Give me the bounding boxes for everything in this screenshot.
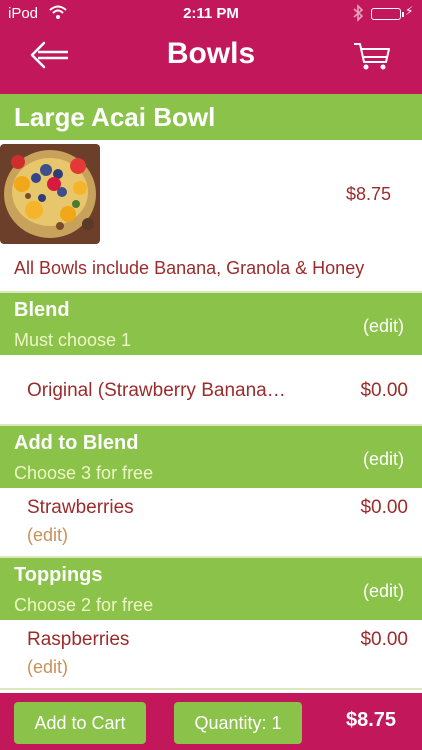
choice-name[interactable]: Strawberries xyxy=(27,497,134,519)
section-title: Toppings xyxy=(14,564,103,586)
choice-name[interactable]: Raspberries xyxy=(27,629,129,651)
bluetooth-icon xyxy=(352,4,364,26)
item-note: All Bowls include Banana, Granola & Hone… xyxy=(14,258,365,278)
section-subtitle: Must choose 1 xyxy=(14,330,132,350)
section-add-to-blend-header[interactable]: Add to Blend Choose 3 for free (edit) xyxy=(0,426,422,488)
quantity-button[interactable]: Quantity: 1 xyxy=(174,702,302,744)
choice-name[interactable]: Original (Strawberry Banana… xyxy=(27,380,286,402)
section-subtitle: Choose 3 for free xyxy=(14,463,154,483)
choice-edit-link[interactable]: (edit) xyxy=(27,525,68,546)
cart-icon xyxy=(354,43,390,70)
choice-price: $0.00 xyxy=(360,497,408,518)
top-bar: iPod 2:11 PM ⚡ Bowls xyxy=(0,0,422,94)
battery-icon xyxy=(371,8,404,20)
section-title: Blend xyxy=(14,299,70,321)
divider xyxy=(0,688,422,690)
total-price: $8.75 xyxy=(346,709,397,731)
acai-bowl-image xyxy=(0,144,100,244)
item-header: Large Acai Bowl xyxy=(0,94,422,140)
cart-button[interactable] xyxy=(352,40,392,72)
add-to-cart-button[interactable]: Add to Cart xyxy=(14,702,146,744)
status-bar: iPod 2:11 PM ⚡ xyxy=(0,0,422,28)
item-price: $8.75 xyxy=(346,184,392,204)
section-subtitle: Choose 2 for free xyxy=(14,595,154,615)
section-edit-link[interactable]: (edit) xyxy=(363,316,404,337)
bottom-bar: Add to Cart Quantity: 1 $8.75 xyxy=(0,693,422,750)
section-blend-header[interactable]: Blend Must choose 1 (edit) xyxy=(0,293,422,355)
section-toppings-header[interactable]: Toppings Choose 2 for free (edit) xyxy=(0,558,422,620)
charging-icon: ⚡ xyxy=(405,4,414,18)
choice-edit-link[interactable]: (edit) xyxy=(27,657,68,678)
choice-price: $0.00 xyxy=(360,380,408,401)
section-edit-link[interactable]: (edit) xyxy=(363,449,404,470)
section-title: Add to Blend xyxy=(14,432,139,454)
section-edit-link[interactable]: (edit) xyxy=(363,581,404,602)
choice-price: $0.00 xyxy=(360,629,408,650)
item-name: Large Acai Bowl xyxy=(14,102,216,132)
